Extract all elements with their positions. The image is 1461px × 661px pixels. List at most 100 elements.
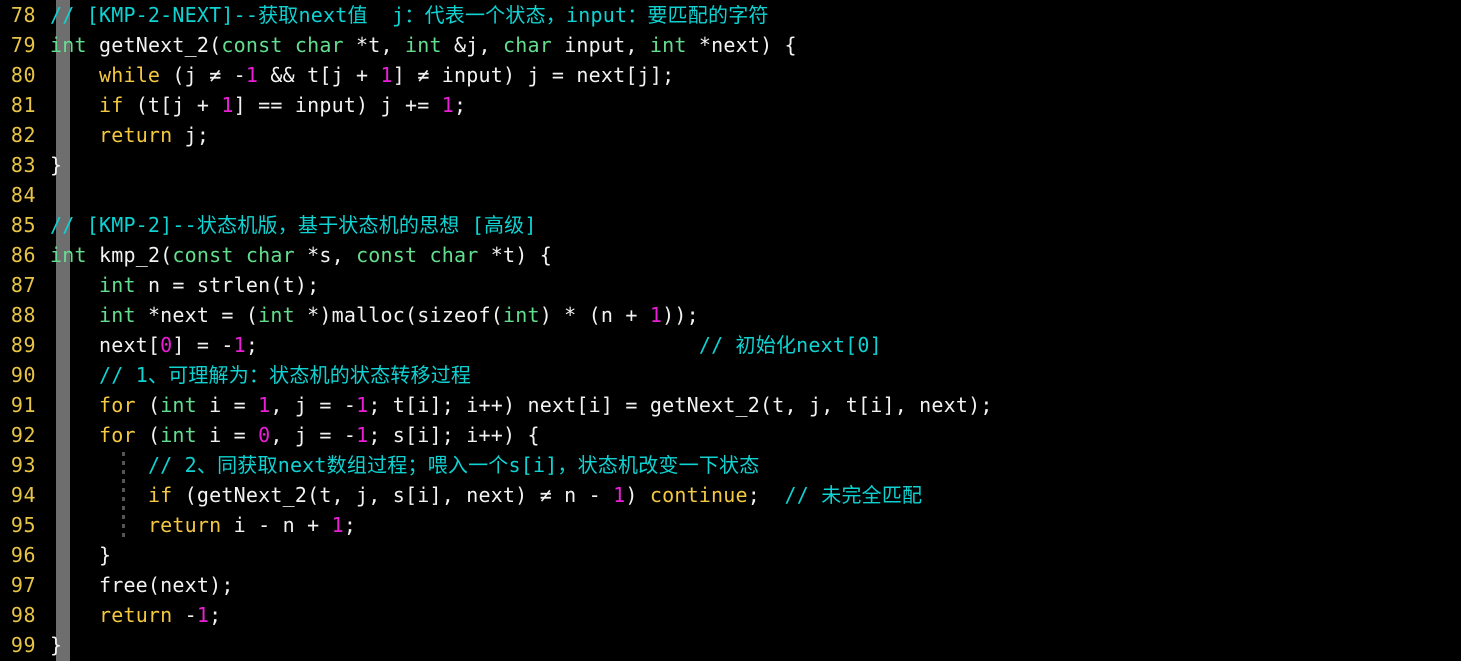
token-txt: ] == input) j +=: [233, 93, 442, 117]
token-num: 1: [221, 93, 234, 117]
line-content[interactable]: // [KMP-2]--状态机版，基于状态机的思想 [高级]: [46, 210, 1461, 240]
line-content[interactable]: return -1;: [46, 600, 1461, 630]
token-type: int: [258, 303, 295, 327]
code-editor[interactable]: 78 // [KMP-2-NEXT]--获取next值 j：代表一个状态，inpu…: [0, 0, 1461, 661]
line-content[interactable]: next[0] = -1; // 初始化next[0]: [46, 330, 1461, 360]
line-content[interactable]: // 2、同获取next数组过程；喂入一个s[i]，状态机改变一下状态: [46, 450, 1461, 480]
token-txt: i =: [196, 393, 259, 417]
line-content[interactable]: }: [46, 540, 1461, 570]
token-cmt: // 1、可理解为：状态机的状态转移过程: [98, 363, 472, 387]
code-line[interactable]: 84: [0, 180, 1461, 210]
line-number: 94: [10, 483, 36, 507]
code-line[interactable]: 88 int *next = (int *)malloc(sizeof(int)…: [0, 300, 1461, 330]
line-number: 95: [10, 513, 36, 537]
code-line[interactable]: 81 if (t[j + 1] == input) j += 1;: [0, 90, 1461, 120]
token-num: 1: [613, 483, 626, 507]
token-txt: &j,: [441, 33, 503, 57]
token-type: const char: [356, 243, 479, 267]
line-content[interactable]: int *next = (int *)malloc(sizeof(int) * …: [46, 300, 1461, 330]
line-content[interactable]: if (t[j + 1] == input) j += 1;: [46, 90, 1461, 120]
line-number: 83: [10, 153, 36, 177]
token-txt: , j = -: [270, 393, 357, 417]
line-content[interactable]: for (int i = 1, j = -1; t[i]; i++) next[…: [46, 390, 1461, 420]
code-line[interactable]: 83}: [0, 150, 1461, 180]
token-kw: for: [98, 423, 136, 447]
code-line[interactable]: 82 return j;: [0, 120, 1461, 150]
code-line[interactable]: 92 for (int i = 0, j = -1; s[i]; i++) {: [0, 420, 1461, 450]
token-kw: continue: [649, 483, 748, 507]
token-txt: -: [172, 603, 197, 627]
token-num: 1: [233, 333, 246, 357]
token-kw: while: [98, 63, 161, 87]
code-line[interactable]: 87 int n = strlen(t);: [0, 270, 1461, 300]
code-line[interactable]: 86 int kmp_2(const char *s, const char *t…: [0, 240, 1461, 270]
line-number: 87: [10, 273, 36, 297]
code-line[interactable]: 95 return i - n + 1;: [0, 510, 1461, 540]
line-number: 89: [10, 333, 36, 357]
line-content[interactable]: }: [46, 630, 1461, 660]
token-txt: ] ≠ input) j = next[j];: [392, 63, 675, 87]
token-num: 1: [441, 93, 454, 117]
code-line[interactable]: 96 }: [0, 540, 1461, 570]
line-content[interactable]: free(next);: [46, 570, 1461, 600]
token-txt: *t,: [343, 33, 406, 57]
token-type: int: [50, 243, 87, 267]
code-line[interactable]: 78 // [KMP-2-NEXT]--获取next值 j：代表一个状态，inpu…: [0, 0, 1461, 30]
line-content[interactable]: // [KMP-2-NEXT]--获取next值 j：代表一个状态，input：…: [46, 0, 1461, 30]
token-txt: free(next);: [50, 573, 234, 597]
line-content[interactable]: for (int i = 0, j = -1; s[i]; i++) {: [46, 420, 1461, 450]
token-type: int: [160, 423, 197, 447]
code-line[interactable]: 85 // [KMP-2]--状态机版，基于状态机的思想 [高级]: [0, 210, 1461, 240]
line-content[interactable]: return j;: [46, 120, 1461, 150]
code-line[interactable]: 97 free(next);: [0, 570, 1461, 600]
token-num: 1: [649, 303, 663, 327]
line-content[interactable]: return i - n + 1;: [46, 510, 1461, 540]
code-line[interactable]: 90 // 1、可理解为：状态机的状态转移过程: [0, 360, 1461, 390]
code-line[interactable]: 91 for (int i = 1, j = -1; t[i]; i++) ne…: [0, 390, 1461, 420]
token-txt: ] = -: [172, 333, 234, 357]
token-txt: (getNext_2(t, j, s[i], next) ≠ n -: [172, 483, 614, 507]
line-number: 78: [10, 3, 36, 27]
code-line[interactable]: 93 // 2、同获取next数组过程；喂入一个s[i]，状态机改变一下状态: [0, 450, 1461, 480]
token-txt: (t[j +: [123, 93, 222, 117]
token-txt: ;: [209, 603, 222, 627]
line-content[interactable]: if (getNext_2(t, j, s[i], next) ≠ n - 1)…: [46, 480, 1461, 510]
line-number: 85: [10, 213, 36, 237]
token-txt: getNext_2(: [86, 33, 222, 57]
line-number: 98: [10, 603, 36, 627]
token-num: 1: [380, 63, 393, 87]
line-content[interactable]: int n = strlen(t);: [46, 270, 1461, 300]
code-line[interactable]: 94 if (getNext_2(t, j, s[i], next) ≠ n -…: [0, 480, 1461, 510]
code-line[interactable]: 99}: [0, 630, 1461, 660]
line-number: 84: [10, 183, 36, 207]
code-line[interactable]: 79 int getNext_2(const char *t, int &j, c…: [0, 30, 1461, 60]
code-line[interactable]: 80 while (j ≠ -1 && t[j + 1] ≠ input) j …: [0, 60, 1461, 90]
line-content[interactable]: int kmp_2(const char *s, const char *t) …: [46, 240, 1461, 270]
token-txt: && t[j +: [258, 63, 381, 87]
line-content[interactable]: // 1、可理解为：状态机的状态转移过程: [46, 360, 1461, 390]
line-number: 99: [10, 633, 36, 657]
line-content[interactable]: while (j ≠ -1 && t[j + 1] ≠ input) j = n…: [46, 60, 1461, 90]
token-type: int: [502, 303, 540, 327]
code-line[interactable]: 89 next[0] = -1; // 初始化next[0]: [0, 330, 1461, 360]
token-txt: ;: [454, 93, 467, 117]
token-txt: ; s[i]; i++) {: [368, 423, 540, 447]
line-number: 86: [10, 243, 36, 267]
token-txt: *t) {: [478, 243, 552, 267]
code-line[interactable]: 98 return -1;: [0, 600, 1461, 630]
line-content[interactable]: int getNext_2(const char *t, int &j, cha…: [46, 30, 1461, 60]
token-kw: if: [147, 483, 173, 507]
token-num: 1: [196, 603, 210, 627]
token-txt: j;: [172, 123, 210, 147]
line-content[interactable]: }: [46, 150, 1461, 180]
token-type: int: [50, 33, 87, 57]
token-txt: *)malloc(sizeof(: [294, 303, 503, 327]
